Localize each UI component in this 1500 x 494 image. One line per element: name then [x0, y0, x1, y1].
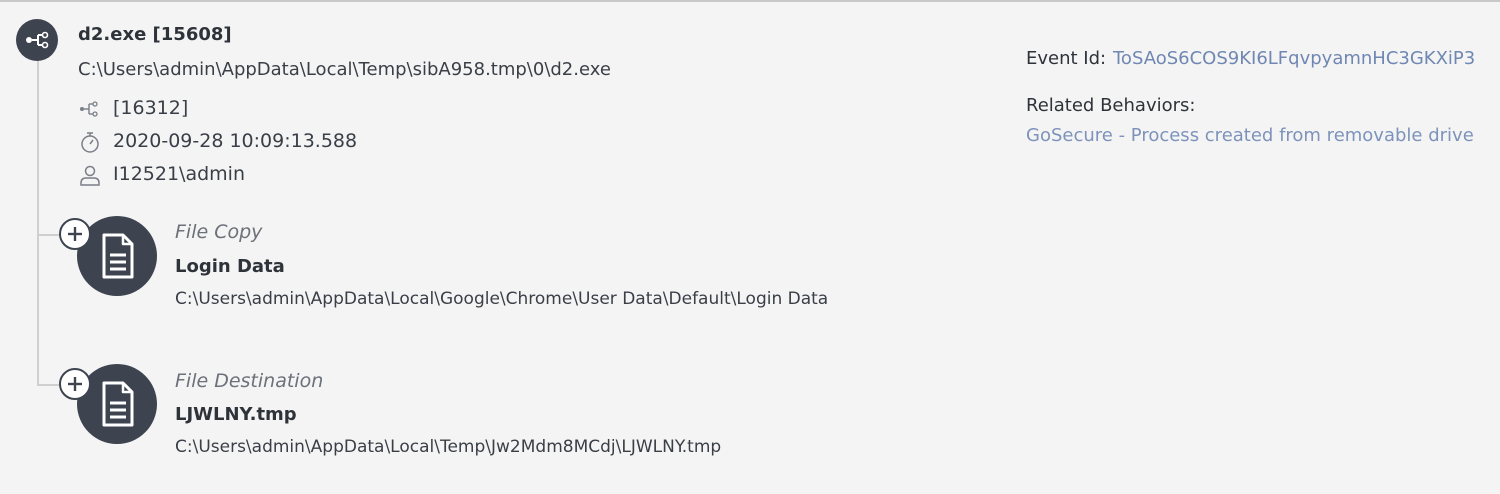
process-path: C:\Users\admin\AppData\Local\Temp\sibA95…	[78, 59, 611, 80]
file-destination-path: C:\Users\admin\AppData\Local\Temp\Jw2Mdm…	[175, 437, 722, 457]
parent-pid-value: [16312]	[113, 97, 189, 119]
related-behaviors-label: Related Behaviors:	[1026, 95, 1196, 116]
process-tree-icon	[78, 97, 102, 121]
related-behavior-link[interactable]: GoSecure - Process created from removabl…	[1026, 125, 1474, 146]
file-copy-path: C:\Users\admin\AppData\Local\Google\Chro…	[175, 289, 829, 309]
tree-connector-line	[37, 58, 39, 384]
expand-plus-icon[interactable]	[59, 218, 91, 250]
event-id-link[interactable]: ToSAoS6COS9KI6LFqvpyamnHC3GKXiP3	[1113, 48, 1475, 69]
timestamp-value: 2020-09-28 10:09:13.588	[113, 130, 358, 152]
process-title[interactable]: d2.exe [15608]	[78, 24, 232, 45]
tree-branch-1	[37, 234, 59, 236]
file-destination-kind: File Destination	[175, 370, 324, 392]
file-copy-kind: File Copy	[175, 221, 263, 243]
file-copy-name[interactable]: Login Data	[175, 256, 285, 277]
stopwatch-icon	[78, 130, 102, 154]
event-id-label: Event Id:	[1026, 48, 1107, 69]
tree-branch-2	[37, 384, 59, 386]
user-icon	[78, 163, 102, 187]
user-value: I12521\admin	[113, 163, 245, 185]
process-detail-panel: d2.exe [15608] C:\Users\admin\AppData\Lo…	[0, 0, 1500, 494]
process-tree-icon[interactable]	[16, 19, 58, 61]
expand-plus-icon[interactable]	[59, 368, 91, 400]
file-destination-name[interactable]: LJWLNY.tmp	[175, 404, 297, 425]
